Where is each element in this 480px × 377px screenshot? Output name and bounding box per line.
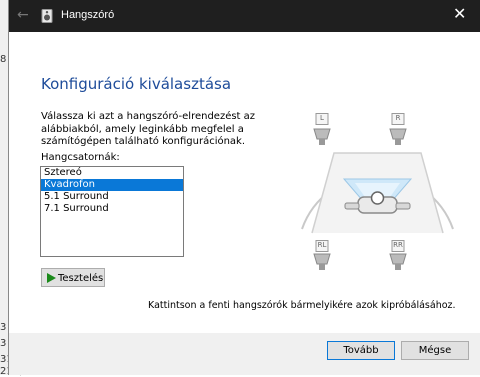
list-item-quadraphonic[interactable]: Kvadrofon [41, 179, 183, 191]
hint-text: Kattintson a fenti hangszórók bármelyiké… [148, 300, 456, 311]
test-button-label: Tesztelés [58, 273, 104, 284]
front-right-label: R [395, 114, 401, 122]
list-item-7-1-surround[interactable]: 7.1 Surround [41, 203, 183, 215]
next-button[interactable]: Tovább [327, 341, 395, 360]
rear-right-speaker[interactable]: RR [387, 240, 409, 274]
cancel-button[interactable]: Mégse [401, 341, 469, 360]
close-icon[interactable]: ✕ [453, 4, 466, 23]
rear-left-label: RL [317, 241, 327, 249]
page-title: Konfiguráció kiválasztása [41, 75, 232, 93]
front-left-speaker[interactable]: L [311, 113, 333, 147]
background-edge-text: 3 [0, 338, 7, 349]
window-title: Hangszóró [61, 9, 115, 21]
test-button[interactable]: Tesztelés [41, 268, 105, 287]
background-edge-text: 8 [0, 54, 7, 65]
channels-listbox[interactable]: Sztereó Kvadrofon 5.1 Surround 7.1 Surro… [40, 166, 184, 257]
channels-label: Hangcsatornák: [41, 152, 120, 163]
list-item-5-1-surround[interactable]: 5.1 Surround [41, 191, 183, 203]
list-item-stereo[interactable]: Sztereó [41, 167, 183, 179]
front-left-label: L [320, 114, 324, 122]
rear-right-label: RR [393, 241, 403, 249]
front-right-speaker[interactable]: R [387, 113, 409, 147]
rear-left-speaker[interactable]: RL [311, 240, 333, 274]
speaker-setup-dialog: ← Hangszóró ✕ Konfiguráció kiválasztása … [8, 0, 480, 375]
play-icon [47, 273, 56, 283]
title-bar: ← Hangszóró ✕ [9, 0, 480, 32]
background-edge-text: 3 [0, 322, 7, 333]
back-arrow-icon[interactable]: ← [17, 7, 29, 23]
description-text: Válassza ki azt a hangszóró-elrendezést … [41, 111, 256, 147]
speaker-icon [41, 9, 53, 23]
